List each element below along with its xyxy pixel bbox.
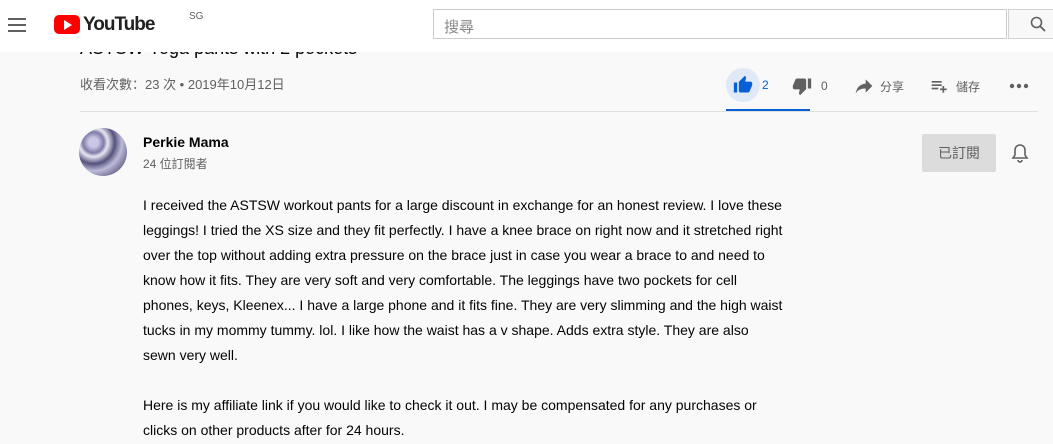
logo-text: YouTube <box>83 14 155 35</box>
description-paragraph: Here is my affiliate link if you would l… <box>143 397 757 438</box>
share-icon <box>855 79 873 94</box>
save-label: 儲存 <box>956 79 981 94</box>
play-logo-icon <box>54 15 80 34</box>
like-count: 2 <box>762 78 769 92</box>
subscribed-button[interactable]: 已訂閱 <box>922 134 996 172</box>
description-paragraph: I received the ASTSW workout pants for a… <box>143 197 783 363</box>
region-code: SG <box>189 11 204 22</box>
more-actions-button[interactable] <box>1008 70 1030 102</box>
search-icon <box>1030 16 1046 32</box>
menu-icon[interactable] <box>6 14 28 38</box>
channel-avatar[interactable] <box>79 128 127 176</box>
masthead: YouTube SG 搜尋 <box>0 0 1053 52</box>
more-horizontal-icon <box>1009 83 1029 89</box>
video-description: I received the ASTSW workout pants for a… <box>143 193 783 443</box>
dislike-button[interactable]: 0 <box>792 70 828 102</box>
channel-name[interactable]: Perkie Mama <box>143 134 229 150</box>
divider <box>80 111 1038 112</box>
share-label: 分享 <box>880 79 905 94</box>
view-count-date: 收看次數：23 次 • 2019年10月12日 <box>80 77 285 92</box>
thumbs-down-icon <box>792 78 812 96</box>
share-button[interactable]: 分享 <box>854 70 904 102</box>
add-to-playlist-icon <box>931 81 947 93</box>
bell-icon <box>1011 144 1029 163</box>
thumbs-up-icon <box>733 75 753 93</box>
search-button[interactable] <box>1008 9 1053 39</box>
notification-bell-button[interactable] <box>1010 143 1030 170</box>
save-button[interactable]: 儲存 <box>930 70 980 102</box>
like-button[interactable]: 2 <box>726 68 769 102</box>
dislike-count: 0 <box>821 79 828 93</box>
subscriber-count: 24 位訂閱者 <box>143 157 208 171</box>
search-input[interactable]: 搜尋 <box>433 9 1007 39</box>
